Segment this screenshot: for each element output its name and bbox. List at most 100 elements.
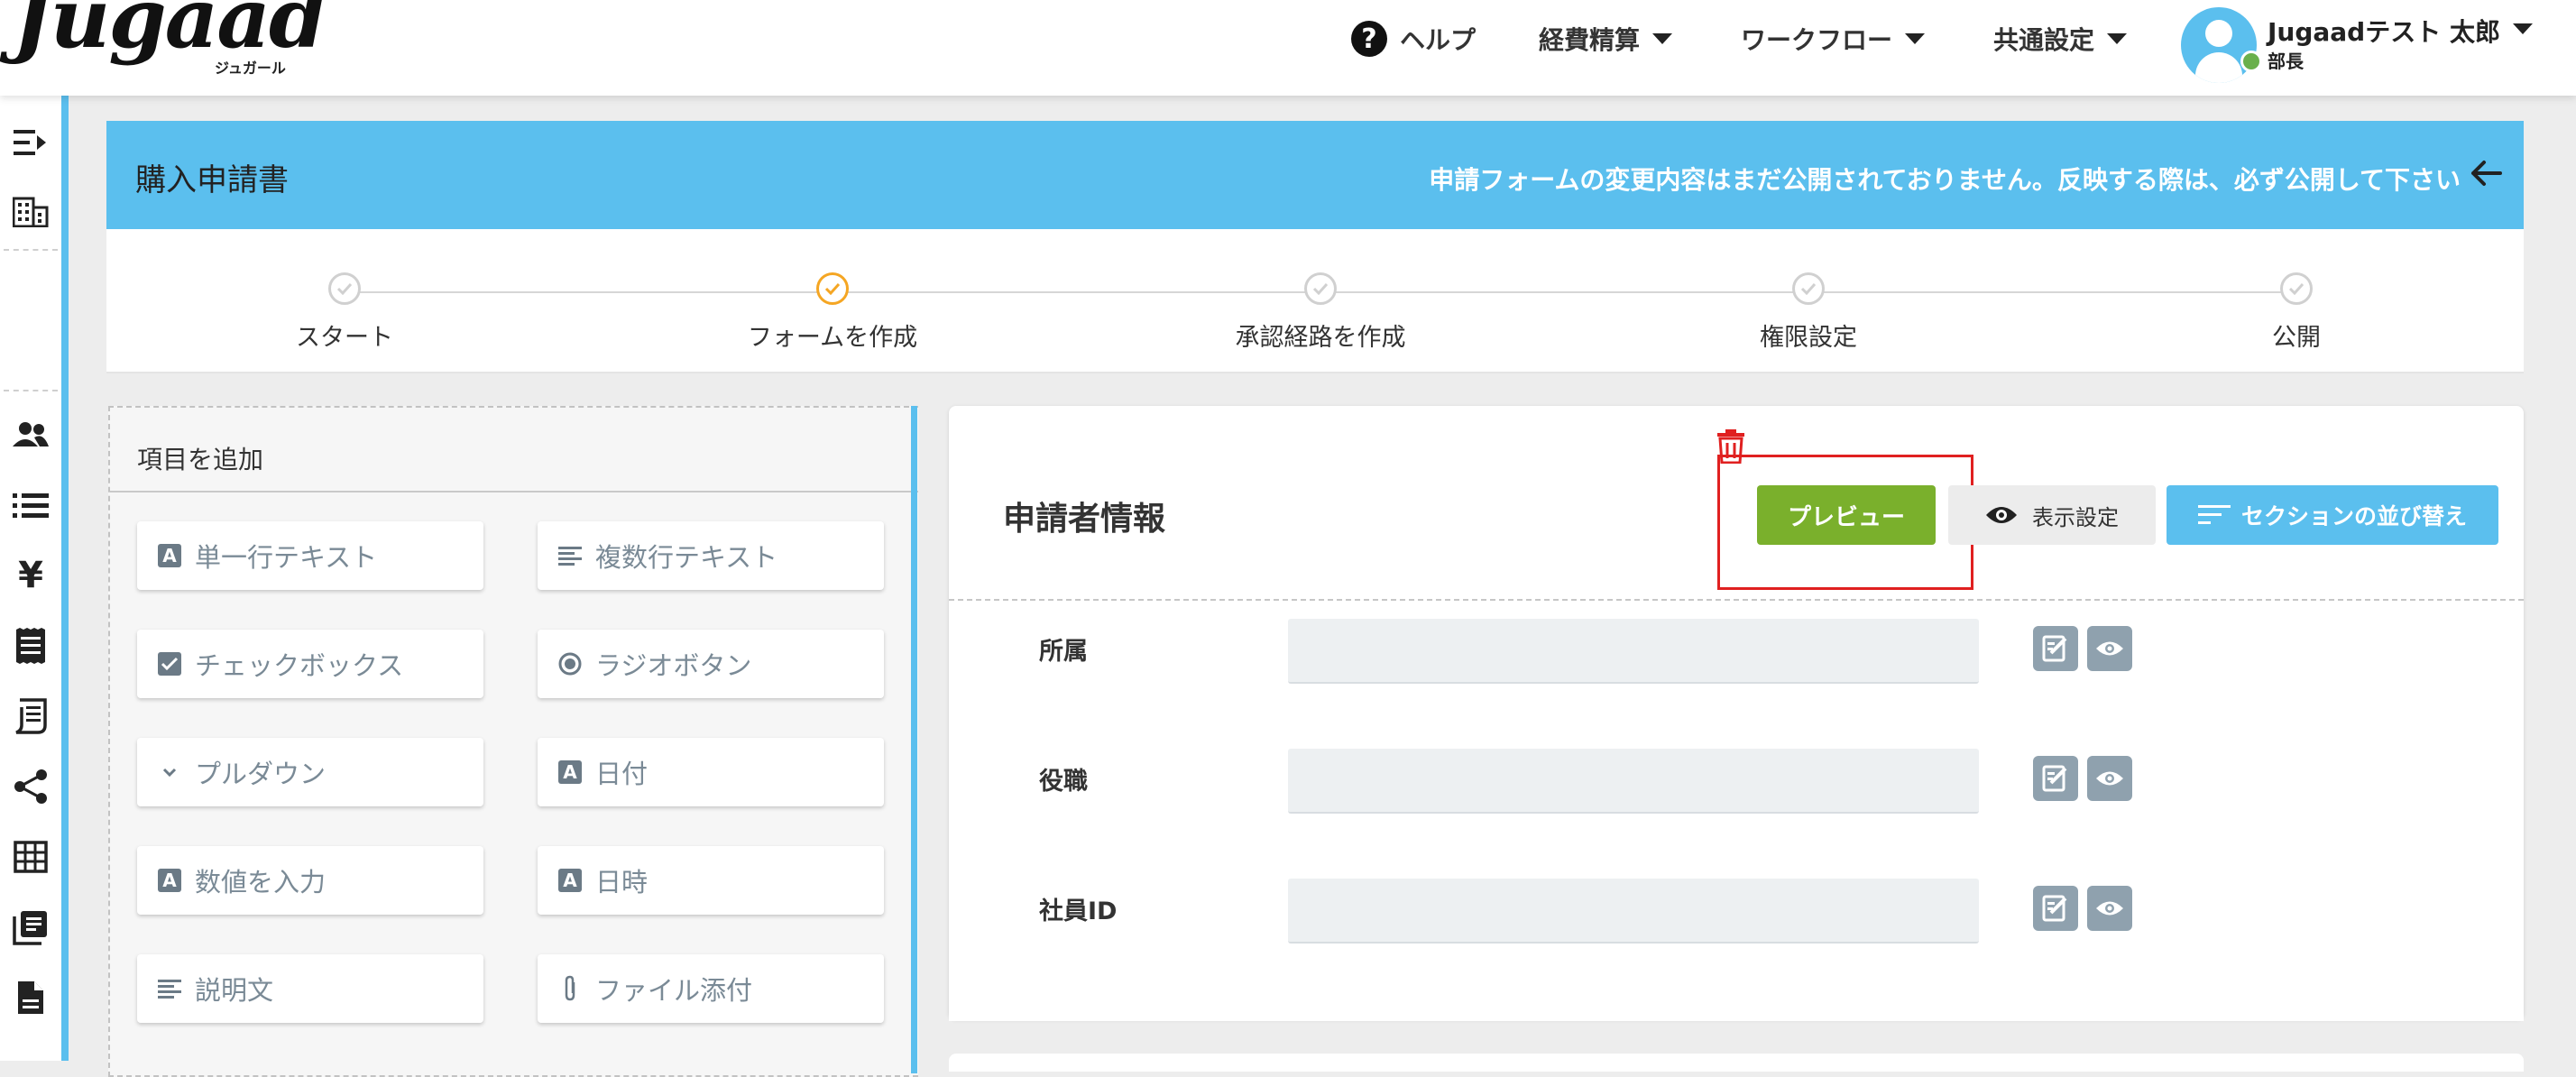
- edit-icon[interactable]: [2033, 886, 2078, 931]
- nav-workflow-label: ワークフロー: [1741, 25, 1893, 55]
- people-icon[interactable]: [9, 413, 52, 456]
- add-single-line-text-button[interactable]: A 単一行テキスト: [137, 521, 483, 590]
- checkbox-icon: [157, 651, 182, 677]
- next-section-card: [949, 1054, 2524, 1072]
- user-role: 部長: [2268, 51, 2304, 72]
- add-number-button[interactable]: A 数値を入力: [137, 846, 483, 915]
- check-circle-icon: [816, 272, 849, 305]
- caret-down-icon: [1905, 33, 1926, 44]
- add-button-label: 説明文: [195, 975, 274, 1006]
- edit-icon[interactable]: [2033, 626, 2078, 671]
- check-circle-icon: [1792, 272, 1825, 305]
- form-banner: 購入申請書 申請フォームの変更内容はまだ公開されておりません。反映する際は、必ず…: [106, 121, 2524, 229]
- chevron-down-icon: [157, 759, 182, 785]
- step-publish[interactable]: 公開: [2152, 272, 2441, 353]
- check-circle-icon: [328, 272, 361, 305]
- multiline-icon: [557, 543, 583, 568]
- user-name[interactable]: Jugaadテスト 太郎: [2268, 13, 2500, 49]
- step-label: 承認経路を作成: [1235, 324, 1406, 352]
- sidebar-accent-bar: [61, 96, 69, 1061]
- table-icon[interactable]: [9, 835, 52, 879]
- logo[interactable]: Jugaad ジュガール: [13, 0, 327, 77]
- page-title: 購入申請書: [135, 162, 289, 198]
- employee-id-field[interactable]: [1288, 879, 1979, 944]
- yen-icon[interactable]: ¥: [9, 554, 52, 597]
- add-dropdown-button[interactable]: プルダウン: [137, 738, 483, 806]
- nav-common-settings[interactable]: 共通設定: [1993, 18, 2128, 60]
- add-button-label: プルダウン: [195, 759, 327, 789]
- nav-help-label: ヘルプ: [1400, 25, 1477, 55]
- check-circle-icon: [2280, 272, 2313, 305]
- add-datetime-button[interactable]: A 日時: [538, 846, 884, 915]
- text-box-icon: A: [557, 759, 583, 785]
- share-icon[interactable]: [9, 765, 52, 808]
- user-menu-caret-icon[interactable]: [2513, 23, 2533, 34]
- add-radio-button[interactable]: ラジオボタン: [538, 630, 884, 698]
- eye-icon: [1986, 507, 2017, 523]
- document-list-icon[interactable]: [9, 695, 52, 738]
- display-settings-button[interactable]: 表示設定: [1948, 485, 2156, 545]
- multiline-icon: [157, 976, 182, 1001]
- list-icon[interactable]: [9, 483, 52, 527]
- building-icon[interactable]: [9, 189, 52, 233]
- top-header: Jugaad ジュガール ? ヘルプ 経費精算 ワークフロー 共通設定 Juga…: [0, 0, 2576, 96]
- text-box-icon: A: [157, 868, 182, 893]
- caret-down-icon: [1652, 33, 1673, 44]
- avatar[interactable]: [2181, 7, 2257, 83]
- field-label: 社員ID: [1039, 898, 1118, 925]
- add-button-label: ファイル添付: [595, 975, 753, 1006]
- section-sort-label: セクションの並び替え: [2240, 503, 2467, 529]
- check-circle-icon: [1304, 272, 1337, 305]
- radio-icon: [557, 651, 583, 677]
- eye-icon[interactable]: [2087, 626, 2132, 671]
- add-checkbox-button[interactable]: チェックボックス: [137, 630, 483, 698]
- add-multi-line-text-button[interactable]: 複数行テキスト: [538, 521, 884, 590]
- position-field[interactable]: [1288, 749, 1979, 814]
- add-button-label: 複数行テキスト: [595, 542, 778, 573]
- section-title: 申請者情報: [1003, 501, 1166, 538]
- eye-icon[interactable]: [2087, 886, 2132, 931]
- nav-workflow[interactable]: ワークフロー: [1741, 18, 1926, 60]
- receipt-icon[interactable]: [9, 624, 52, 667]
- nav-help[interactable]: ? ヘルプ: [1351, 18, 1476, 60]
- add-button-label: 日付: [595, 759, 649, 789]
- field-label: 所属: [1039, 638, 1088, 666]
- logo-subtitle: ジュガール: [215, 60, 286, 77]
- progress-steps: スタート フォームを作成 承認経路を作成 権限設定 公開: [106, 229, 2524, 373]
- text-box-icon: A: [557, 868, 583, 893]
- help-icon: ?: [1351, 21, 1387, 57]
- affiliation-field[interactable]: [1288, 619, 1979, 684]
- field-label: 役職: [1039, 768, 1088, 796]
- step-label: フォームを作成: [747, 324, 918, 352]
- edit-icon[interactable]: [2033, 756, 2078, 801]
- add-button-label: 日時: [595, 867, 649, 898]
- eye-icon[interactable]: [2087, 756, 2132, 801]
- add-description-button[interactable]: 説明文: [137, 954, 483, 1023]
- nav-expense[interactable]: 経費精算: [1539, 18, 1673, 60]
- step-approval-route[interactable]: 承認経路を作成: [1176, 272, 1465, 353]
- step-create-form[interactable]: フォームを作成: [688, 272, 977, 353]
- section-sort-button[interactable]: セクションの並び替え: [2167, 485, 2498, 545]
- menu-expand-icon[interactable]: [9, 121, 52, 164]
- panel-accent-bar: [911, 406, 917, 1073]
- unpublished-notice: 申請フォームの変更内容はまだ公開されておりません。反映する際は、必ず公開して下さ…: [1429, 165, 2461, 195]
- step-label: スタート: [296, 324, 393, 352]
- add-file-attachment-button[interactable]: ファイル添付: [538, 954, 884, 1023]
- file-icon[interactable]: [9, 976, 52, 1019]
- add-button-label: 単一行テキスト: [195, 542, 378, 573]
- step-permissions[interactable]: 権限設定: [1664, 272, 1953, 353]
- online-status-icon: [2240, 51, 2262, 72]
- caret-down-icon: [2107, 33, 2128, 44]
- nav-expense-label: 経費精算: [1539, 25, 1641, 55]
- add-item-panel: 項目を追加 A 単一行テキスト 複数行テキスト チェックボックス ラジオボタン …: [108, 406, 918, 1077]
- add-date-button[interactable]: A 日付: [538, 738, 884, 806]
- sort-icon: [2197, 505, 2231, 524]
- step-start[interactable]: スタート: [200, 272, 489, 353]
- section-card: 申請者情報 プレビュー 表示設定 セクションの並び替え 所属 役職 社員ID: [949, 406, 2524, 1021]
- nav-common-label: 共通設定: [1993, 25, 2095, 55]
- display-settings-label: 表示設定: [2032, 504, 2119, 530]
- paperclip-icon: [557, 975, 583, 1001]
- library-icon[interactable]: [9, 906, 52, 949]
- add-item-title: 項目を追加: [137, 445, 264, 474]
- back-arrow-icon[interactable]: [2466, 153, 2506, 193]
